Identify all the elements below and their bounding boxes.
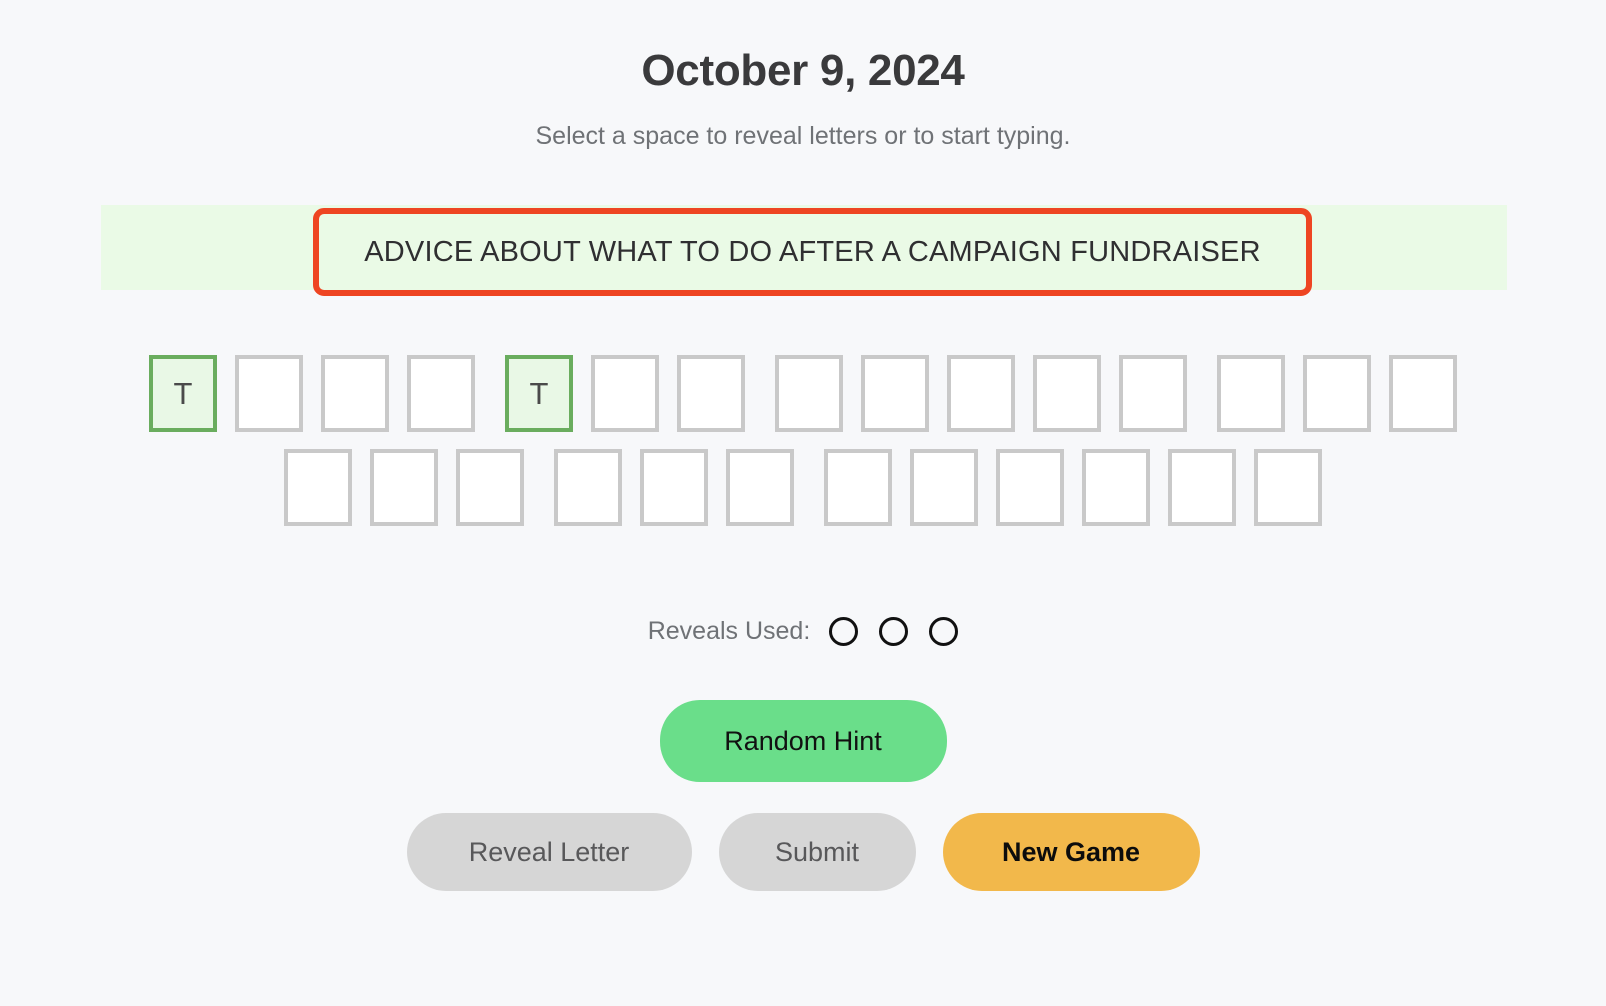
page-instruction-text: Select a space to reveal letters or to s… (535, 122, 1071, 151)
letter-tile-empty[interactable] (947, 355, 1015, 432)
word-group: T (505, 355, 745, 432)
letter-tile-empty[interactable] (1389, 355, 1457, 432)
letter-tile-empty[interactable] (456, 449, 524, 526)
letter-grid: TT (0, 355, 1606, 543)
letter-tile-empty[interactable] (824, 449, 892, 526)
primary-button-row: Random Hint (0, 700, 1606, 782)
word-group (554, 449, 794, 526)
letter-tile-empty[interactable] (1119, 355, 1187, 432)
letter-tile-revealed[interactable]: T (149, 355, 217, 432)
letter-tile-empty[interactable] (554, 449, 622, 526)
word-group: T (149, 355, 475, 432)
word-row (0, 449, 1606, 526)
reveals-used-row: Reveals Used: (0, 617, 1606, 646)
letter-tile-empty[interactable] (1082, 449, 1150, 526)
letter-tile-empty[interactable] (370, 449, 438, 526)
letter-tile-empty[interactable] (726, 449, 794, 526)
letter-tile-empty[interactable] (677, 355, 745, 432)
letter-tile-empty[interactable] (1303, 355, 1371, 432)
letter-tile-empty[interactable] (407, 355, 475, 432)
cryptogram-game-page: { "header": { "title": "October 9, 2024"… (0, 0, 1606, 1006)
reveals-used-label: Reveals Used: (647, 617, 811, 645)
letter-tile-revealed[interactable]: T (505, 355, 573, 432)
letter-tile-empty[interactable] (284, 449, 352, 526)
random-hint-button[interactable]: Random Hint (659, 700, 947, 782)
reveal-letter-button[interactable]: Reveal Letter (406, 813, 692, 891)
letter-tile-empty[interactable] (1217, 355, 1285, 432)
page-title: October 9, 2024 (641, 46, 965, 95)
new-game-button[interactable]: New Game (942, 813, 1200, 891)
reveal-dot-empty (879, 617, 909, 646)
clue-highlight-box[interactable]: ADVICE ABOUT WHAT TO DO AFTER A CAMPAIGN… (313, 208, 1312, 296)
letter-tile-empty[interactable] (591, 355, 659, 432)
submit-button[interactable]: Submit (718, 813, 916, 891)
word-group (775, 355, 1187, 432)
clue-text: ADVICE ABOUT WHAT TO DO AFTER A CAMPAIGN… (364, 235, 1261, 268)
letter-tile-empty[interactable] (1254, 449, 1322, 526)
word-group (284, 449, 524, 526)
word-row: TT (0, 355, 1606, 432)
reveal-dot-empty (929, 617, 959, 646)
letter-tile-empty[interactable] (775, 355, 843, 432)
letter-tile-empty[interactable] (996, 449, 1064, 526)
letter-tile-empty[interactable] (640, 449, 708, 526)
letter-tile-empty[interactable] (861, 355, 929, 432)
secondary-button-row: Reveal Letter Submit New Game (0, 813, 1606, 891)
letter-tile-empty[interactable] (235, 355, 303, 432)
letter-tile-empty[interactable] (321, 355, 389, 432)
letter-tile-empty[interactable] (910, 449, 978, 526)
reveals-used-dots (829, 617, 959, 646)
letter-tile-empty[interactable] (1033, 355, 1101, 432)
reveal-dot-empty (829, 617, 859, 646)
letter-tile-empty[interactable] (1168, 449, 1236, 526)
word-group (1217, 355, 1457, 432)
word-group (824, 449, 1322, 526)
